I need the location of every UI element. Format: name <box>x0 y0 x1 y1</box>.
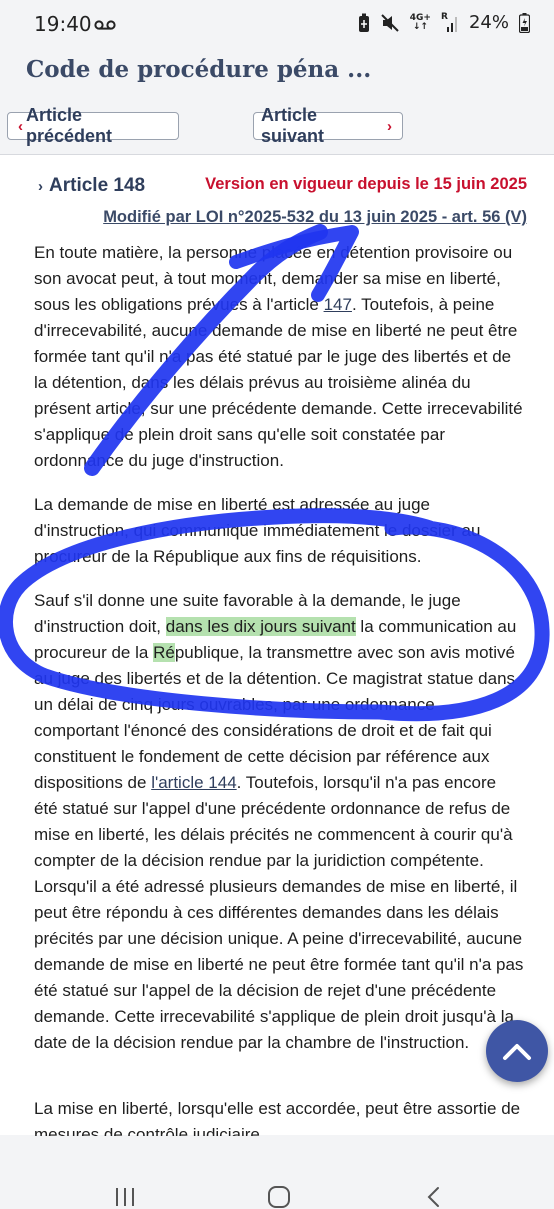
article-paragraph-1: En toute matière, la personne placée en … <box>34 240 524 474</box>
signal-indicator: R <box>441 12 459 33</box>
mute-icon <box>381 13 399 32</box>
network-indicator: 4G+ ↓↑ <box>410 13 431 32</box>
previous-article-label: Article précédent <box>26 105 113 146</box>
back-icon[interactable] <box>424 1186 442 1208</box>
chevron-left-icon: ‹ <box>18 117 23 135</box>
status-time: 19:40 <box>34 12 92 36</box>
article-147-link[interactable]: 147 <box>324 295 352 314</box>
article-144-link[interactable]: l'article 144 <box>151 773 236 792</box>
home-icon[interactable] <box>267 1185 291 1209</box>
article-number: Article 148 <box>49 175 146 196</box>
scroll-to-top-button[interactable] <box>486 1020 548 1082</box>
signal-icon <box>446 16 457 32</box>
chevron-right-icon: › <box>387 117 392 135</box>
paragraph-text: . Toutefois, à peine d'irrecevabilité, a… <box>34 295 523 470</box>
chevron-up-icon <box>503 1044 531 1060</box>
previous-article-button[interactable]: ‹ Article précédent <box>7 105 179 146</box>
page-title: Code de procédure péna ... <box>26 56 372 83</box>
version-label: Version en vigueur depuis le 15 juin 202… <box>205 175 527 193</box>
next-article-label: Article suivant <box>261 105 325 146</box>
recent-apps-icon[interactable] <box>114 1186 136 1208</box>
chevron-right-icon: › <box>38 178 43 195</box>
network-arrows-icon: ↓↑ <box>412 21 428 32</box>
highlighted-text: dans les dix jours suivant <box>165 617 356 636</box>
article-paragraph-3: Sauf s'il donne une suite favorable à la… <box>34 588 524 1056</box>
battery-percent: 24% <box>468 12 509 33</box>
article-paragraph-2: La demande de mise en liberté est adress… <box>34 495 481 566</box>
status-bar: 19:40 4G+ ↓↑ R 24% <box>0 0 554 48</box>
battery-saver-icon <box>358 13 369 32</box>
highlighted-text: Ré <box>153 643 175 662</box>
paragraph-text: publique, la transmettre avec son avis m… <box>34 643 516 792</box>
status-icons: 4G+ ↓↑ R 24% <box>358 12 530 33</box>
voicemail-icon <box>94 20 116 30</box>
modification-link[interactable]: Modifié par LOI n°2025-532 du 13 juin 20… <box>103 208 527 227</box>
next-article-button[interactable]: Article suivant › <box>253 105 403 146</box>
paragraph-text: . Toutefois, lorsqu'il n'a pas encore ét… <box>34 773 524 1052</box>
article-toggle[interactable]: › Article 148 <box>38 175 145 197</box>
battery-icon <box>519 12 530 33</box>
